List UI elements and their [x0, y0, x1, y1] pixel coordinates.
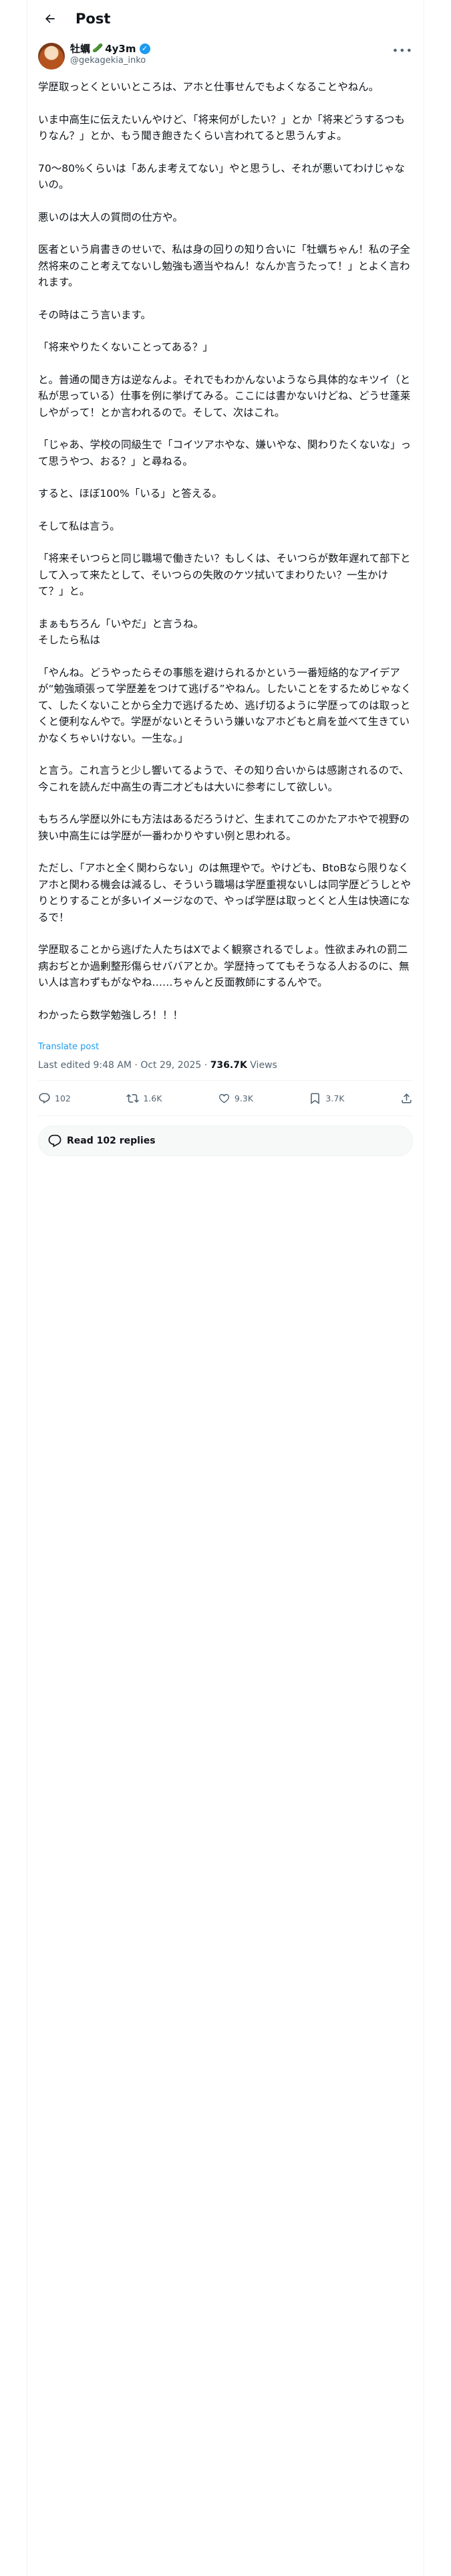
post-paragraph: 学歴取ることから逃げた人たちはXでよく観察されるでしょ。性欲まみれの罰二病おぢと… [38, 944, 410, 988]
share-icon [402, 1093, 412, 1103]
arrow-left-icon [45, 14, 55, 23]
post-paragraph: わかったら数学勉強しろ！！！ [38, 1008, 184, 1021]
post-paragraph: と言う。これ言うと少し響いてるようで、その知り合いからは感謝されるので、今これを… [38, 764, 410, 793]
reply-button[interactable]: 102 [38, 1092, 71, 1105]
bookmark-count: 3.7K [325, 1093, 345, 1103]
back-button[interactable] [38, 7, 62, 31]
post-paragraph: まぁもちろん「いやだ」と言うね。 そしたら私は [38, 617, 204, 647]
post-paragraph: その時はこう言います。 [38, 308, 151, 321]
reply-count: 102 [55, 1093, 71, 1103]
page-title: Post [76, 11, 111, 27]
avatar[interactable] [38, 43, 65, 70]
read-replies-label: Read 102 replies [67, 1136, 156, 1146]
post-meta: Last edited 9:48 AM · Oct 29, 2025 · 736… [38, 1052, 413, 1081]
author-row: 牡蠣 🥒 4y3m ✓ @gekagekia_inko ••• [27, 37, 424, 70]
post-paragraph: すると、ほぼ100%「いる」と答える。 [38, 488, 222, 500]
repost-count: 1.6K [143, 1093, 162, 1103]
post-paragraph: 「将来そいつらと同じ職場で働きたい？もしくは、そいつらが数年遅れて部下として入っ… [38, 552, 411, 597]
post-paragraph: そして私は言う。 [38, 520, 120, 532]
more-options-icon[interactable]: ••• [392, 44, 413, 57]
author-names: 牡蠣 🥒 4y3m ✓ @gekagekia_inko [70, 43, 150, 67]
post-paragraph: 「将来やりたくないことってある？」 [38, 341, 213, 353]
like-button[interactable]: 9.3K [218, 1092, 253, 1105]
author-handle[interactable]: @gekagekia_inko [70, 55, 150, 67]
bookmark-icon [311, 1093, 320, 1104]
emoji-icon: 🥒 [92, 43, 104, 53]
repost-button[interactable]: 1.6K [126, 1092, 162, 1105]
post-column: Post 牡蠣 🥒 4y3m ✓ @gekagekia_inko ••• 学歴取… [27, 0, 424, 2576]
post-text: 学歴取っとくといいところは、アホと仕事せんでもよくなることやねん。いま中高生に伝… [27, 70, 424, 1023]
header-bar: Post [27, 0, 424, 37]
post-paragraph: 70〜80%くらいは「あんま考えてない」やと思うし、それが悪いてわけじゃないの。 [38, 162, 405, 191]
time-ago: 4y3m [105, 43, 136, 55]
post-paragraph: いま中高生に伝えたいんやけど、「将来何がしたい？」とか「将来どうするつもりなん？… [38, 113, 405, 142]
post-paragraph: 「やんね。どうやったらその事態を避けられるかという一番短絡的なアイデアが“勉強頑… [38, 666, 412, 744]
read-replies-button[interactable]: Read 102 replies [38, 1125, 413, 1156]
post-paragraph: 医者という肩書きのせいで、私は身の回りの知り合いに「牡蠣ちゃん！私の子全然将来の… [38, 243, 410, 288]
display-name[interactable]: 牡蠣 [70, 43, 90, 55]
last-edited-timestamp[interactable]: Last edited 9:48 AM · Oct 29, 2025 · [38, 1060, 210, 1071]
repost-icon [126, 1093, 140, 1103]
translate-post-link[interactable]: Translate post [27, 1039, 424, 1052]
action-bar: 102 1.6K 9.3K 3.7K [38, 1081, 413, 1116]
post-paragraph: ただし、「アホと全く関わらない」のは無理やで。やけども、BtoBなら限りなくアホ… [38, 862, 412, 924]
bookmark-button[interactable]: 3.7K [309, 1092, 345, 1105]
like-count: 9.3K [234, 1093, 253, 1103]
heart-icon [218, 1093, 229, 1103]
reply-icon [39, 1093, 50, 1103]
post-paragraph: もちろん学歴以外にも方法はあるだろうけど、生まれてこのかたアホやで視野の狭い中高… [38, 813, 410, 842]
chat-bubble-icon [48, 1134, 61, 1148]
post-paragraph: 「じゃあ、学校の同級生で「コイツアホやな、嫌いやな、関わりたくないな」って思うや… [38, 439, 412, 467]
post-paragraph: 悪いのは大人の質問の仕方や。 [38, 211, 183, 223]
share-button[interactable] [400, 1092, 413, 1105]
verified-badge-icon: ✓ [139, 43, 150, 54]
views-label: Views [247, 1060, 277, 1071]
post-paragraph: と。普通の聞き方は逆なんよ。それでもわかんないようなら具体的なキツイ（と私が思っ… [38, 373, 411, 419]
post-paragraph: 学歴取っとくといいところは、アホと仕事せんでもよくなることやねん。 [38, 81, 380, 93]
views-count: 736.7K [210, 1060, 247, 1071]
